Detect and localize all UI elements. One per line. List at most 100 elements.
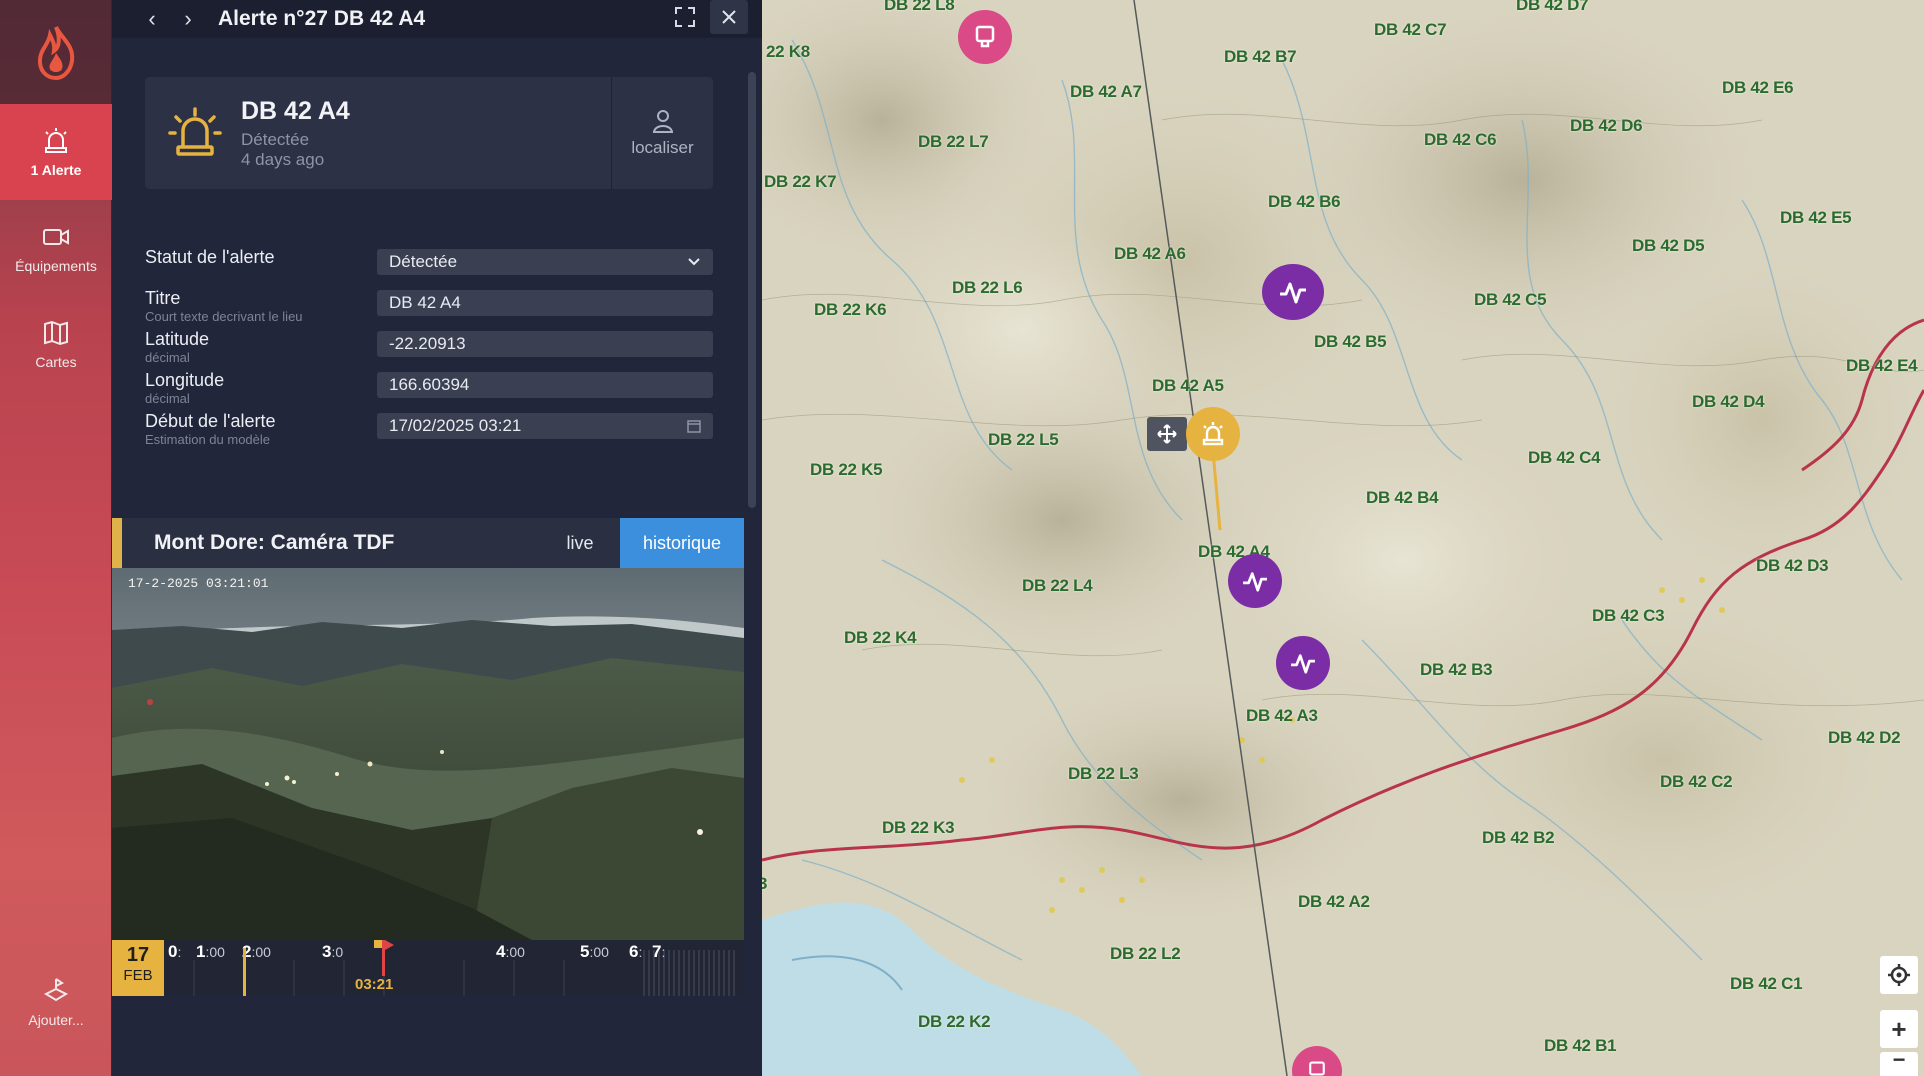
alert-name: DB 42 A4: [241, 97, 350, 125]
grid-label: DB 42 D3: [1756, 556, 1829, 575]
close-icon: [722, 10, 736, 24]
camera-timestamp: 17-2-2025 03:21:01: [128, 576, 269, 591]
sensor-marker[interactable]: [1262, 264, 1324, 320]
grid-label: DB 42 B4: [1366, 488, 1439, 507]
grid-label: DB 42 B3: [1420, 660, 1493, 679]
start-hint: Estimation du modèle: [145, 432, 271, 447]
plus-icon: +: [1891, 1013, 1907, 1044]
panel-header: ‹ › Alerte n°27 DB 42 A4: [112, 0, 762, 38]
tab-live[interactable]: live: [550, 518, 610, 568]
timeline-hour-1: 1:00: [196, 942, 225, 961]
grid-label: DB 42 C5: [1474, 290, 1547, 309]
history-timeline[interactable]: 17 FEB 0: 1:00 2:00 3:0 4:00 5:00 6: 7: …: [112, 940, 744, 996]
grid-label: DB 42 E5: [1780, 208, 1852, 227]
grid-label: DB 42 E4: [1846, 356, 1918, 375]
grid-label: DB 42 D4: [1692, 392, 1765, 411]
timeline-hour-2: 2:00: [242, 942, 271, 961]
camera-accent-bar: [112, 518, 122, 568]
locate-person-icon: [652, 110, 673, 133]
camera-title: Mont Dore: Caméra TDF: [154, 531, 395, 554]
rail-item-label: 1 Alerte: [30, 162, 82, 178]
minus-icon: −: [1892, 1047, 1906, 1072]
rail-item-maps[interactable]: Cartes: [0, 296, 112, 392]
device-icon: [1309, 1061, 1325, 1076]
grid-label: DB 22 L8: [884, 0, 955, 14]
longitude-hint: décimal: [145, 391, 190, 406]
previous-button[interactable]: ‹: [134, 4, 170, 34]
start-datetime-input[interactable]: 17/02/2025 03:21: [377, 413, 713, 439]
timeline-event-marker[interactable]: [243, 948, 246, 996]
grid-label: DB 22 K5: [810, 460, 883, 479]
device-marker[interactable]: [958, 10, 1012, 64]
grid-label: DB 22 K3: [882, 818, 955, 837]
timeline-current-flag[interactable]: [382, 940, 394, 976]
grid-label: DB 42 A5: [1152, 376, 1224, 395]
app-logo[interactable]: [0, 0, 112, 104]
timeline-current-time: 03:21: [355, 976, 394, 993]
close-button[interactable]: [710, 0, 748, 34]
fullscreen-button[interactable]: [666, 0, 704, 34]
grid-label: DB 42 B2: [1482, 828, 1555, 847]
grid-label: DB 22 K2: [918, 1012, 991, 1031]
sensor-marker[interactable]: [1228, 554, 1282, 608]
zoom-in-button[interactable]: +: [1880, 1010, 1918, 1048]
calendar-icon[interactable]: [687, 419, 701, 433]
grid-label: 22 K8: [766, 42, 810, 61]
timeline-day: 17: [126, 944, 150, 966]
status-label: Statut de l'alerte: [145, 247, 275, 267]
start-value: 17/02/2025 03:21: [389, 416, 522, 435]
sensor-marker[interactable]: [1276, 636, 1330, 690]
camera-landscape-image: [112, 568, 744, 940]
rail-item-add[interactable]: Ajouter...: [0, 954, 112, 1050]
tab-history[interactable]: historique: [620, 518, 744, 568]
grid-label: DB 42 B1: [1544, 1036, 1617, 1055]
next-button[interactable]: ›: [170, 4, 206, 34]
longitude-input[interactable]: 166.60394: [377, 372, 713, 398]
device-icon: [975, 25, 995, 48]
alert-marker[interactable]: [1186, 407, 1240, 461]
camera-feed[interactable]: 17-2-2025 03:21:01: [112, 568, 744, 940]
grid-label: DB 42 D6: [1570, 116, 1643, 135]
title-input[interactable]: DB 42 A4: [377, 290, 713, 316]
timeline-date-badge: 17 FEB: [112, 940, 164, 996]
topographic-map-background: [762, 0, 1924, 1076]
signal-wave-icon: [1291, 654, 1315, 674]
chevron-right-icon: ›: [184, 6, 192, 31]
grid-label: DB 42 B7: [1224, 47, 1297, 66]
rail-item-alerts[interactable]: 1 Alerte: [0, 104, 112, 200]
alert-siren-icon: [45, 128, 67, 153]
grid-label: DB 22 L4: [1022, 576, 1093, 595]
timeline-hour-0: 0:: [168, 942, 182, 961]
timeline-hour-4: 4:00: [496, 942, 525, 961]
locate-me-button[interactable]: [1880, 956, 1918, 994]
flame-icon: [37, 26, 75, 81]
grid-label: DB 42 B5: [1314, 332, 1387, 351]
timeline-month: FEB: [123, 967, 153, 984]
locate-button[interactable]: localiser: [611, 77, 713, 189]
grid-label: 3: [762, 874, 768, 893]
timeline-hour-5: 5:00: [580, 942, 609, 961]
latitude-label: Latitude: [145, 329, 210, 349]
grid-label: DB 42 B6: [1268, 192, 1341, 211]
grid-label: DB 42 C3: [1592, 606, 1665, 625]
camera-icon: [43, 229, 69, 245]
map-icon: [44, 320, 68, 346]
status-select[interactable]: Détectée: [377, 249, 713, 275]
start-label: Début de l'alerte: [145, 411, 276, 431]
title-hint: Court texte decrivant le lieu: [145, 309, 303, 324]
grid-label: DB 22 K6: [814, 300, 887, 319]
form-row-status: Statut de l'alerte Détectée: [145, 247, 713, 287]
grid-label: DB 42 D7: [1516, 0, 1589, 14]
grid-label: DB 22 L7: [918, 132, 989, 151]
grid-label: DB 42 C7: [1374, 20, 1447, 39]
zoom-out-button[interactable]: −: [1880, 1047, 1918, 1076]
grid-label: DB 42 D5: [1632, 236, 1705, 255]
latitude-input[interactable]: -22.20913: [377, 331, 713, 357]
panel-title: Alerte n°27 DB 42 A4: [218, 7, 426, 30]
rail-item-equipment[interactable]: Équipements: [0, 200, 112, 296]
move-handle[interactable]: [1147, 417, 1187, 451]
rail-item-label: Équipements: [15, 258, 97, 274]
map-view[interactable]: DB 22 L8 DB 42 D7 DB 42 C7 22 K8 DB 42 B…: [762, 0, 1924, 1076]
panel-scrollbar[interactable]: [748, 72, 756, 508]
alert-panel: ‹ › Alerte n°27 DB 42 A4 DB 42 A4 Détect…: [112, 0, 762, 1076]
